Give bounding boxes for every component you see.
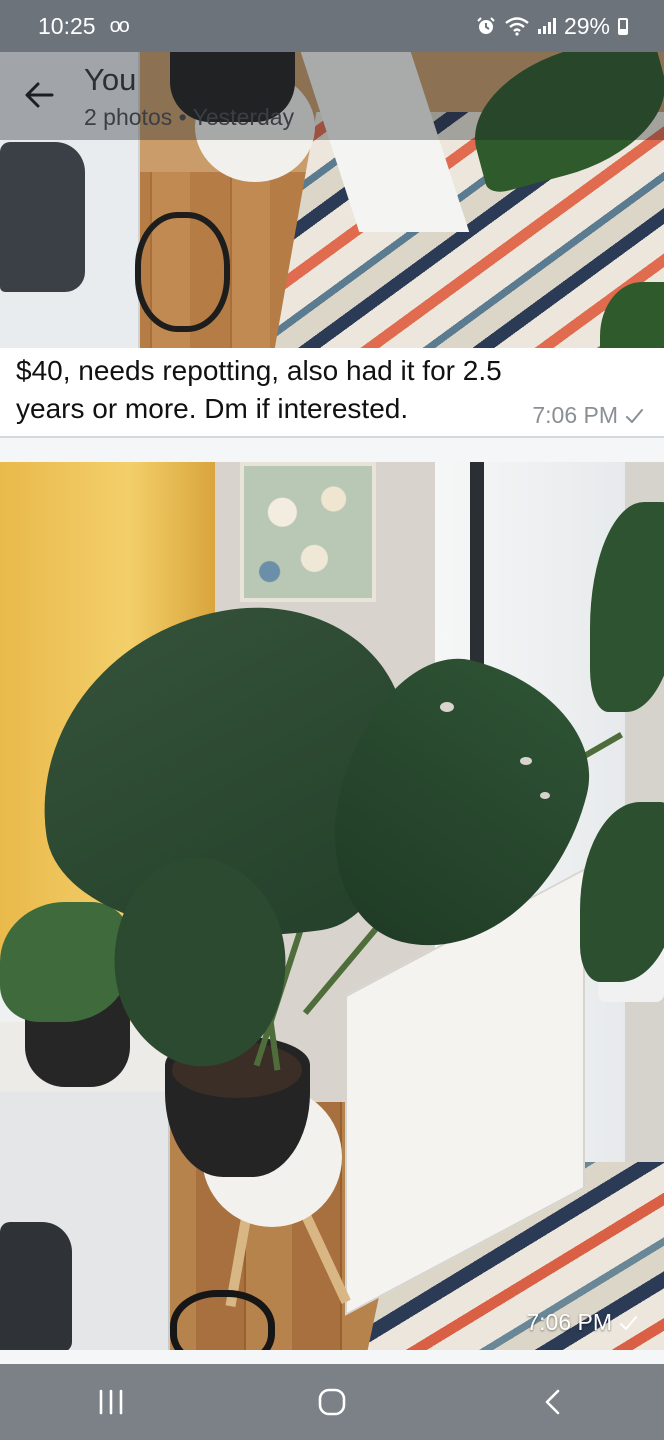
header-title: You <box>84 62 137 97</box>
signal-icon <box>537 18 556 34</box>
message-gap <box>0 1350 664 1364</box>
photo-leaf-hole <box>520 757 532 765</box>
system-nav-bar <box>0 1364 664 1440</box>
check-icon <box>620 1315 637 1330</box>
message-time: 7:06 PM <box>532 402 618 428</box>
photo-leaf-hole <box>540 792 550 799</box>
photo-time: 7:06 PM <box>526 1309 638 1336</box>
check-icon <box>626 408 643 423</box>
photo-leaf <box>0 902 130 1022</box>
message-time: 7:06 PM <box>526 1309 612 1335</box>
photo-painting <box>240 462 376 602</box>
status-time: 10:25 <box>38 12 96 39</box>
photo-caption[interactable]: $40, needs repotting, also had it for 2.… <box>0 348 664 438</box>
caption-text: $40, needs repotting, also had it for 2.… <box>16 355 502 424</box>
photo-cloth <box>0 1222 72 1350</box>
recents-icon <box>99 1389 122 1415</box>
photo-cloth <box>0 142 85 292</box>
photo-cable <box>135 212 230 332</box>
status-left: 10:25 oo <box>38 12 130 40</box>
back-arrow-icon[interactable] <box>22 80 56 110</box>
message-gap <box>0 438 664 462</box>
recents-button[interactable] <box>81 1372 141 1432</box>
nav-back-button[interactable] <box>523 1372 583 1432</box>
header-subtitle: 2 photos • Yesterday <box>84 104 295 130</box>
alarm-icon <box>477 17 495 34</box>
caption-meta: 7:06 PM <box>532 402 644 429</box>
photo-cable <box>170 1290 275 1350</box>
home-icon <box>318 1388 346 1416</box>
photo-message-2[interactable]: 7:06 PM <box>0 462 664 1350</box>
battery-percent: 29% <box>563 12 610 39</box>
chat-header: You 2 photos • Yesterday <box>0 52 664 140</box>
status-bar: 10:25 oo 29% <box>0 0 664 52</box>
voicemail-icon: oo <box>109 14 130 37</box>
wifi-icon <box>505 17 529 36</box>
back-icon <box>546 1389 560 1415</box>
status-right: 29% <box>476 13 628 40</box>
battery-icon <box>618 17 628 35</box>
home-button[interactable] <box>302 1372 362 1432</box>
photo-leaf-hole <box>440 702 454 712</box>
